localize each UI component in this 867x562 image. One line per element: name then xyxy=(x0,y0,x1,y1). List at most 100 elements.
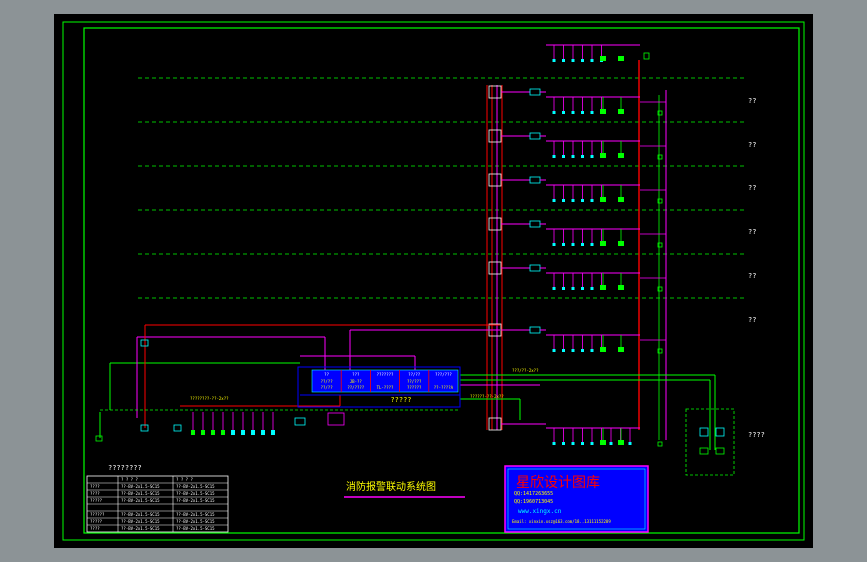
module-name: ??? xyxy=(352,372,360,377)
legend-cell: ??-BV-2x1.5-SC15 xyxy=(176,526,215,531)
floor-3-detector-1 xyxy=(552,199,556,202)
module-name: ?? xyxy=(324,372,329,377)
floor-5-detector-1 xyxy=(552,287,556,290)
floor-1-detector-1 xyxy=(552,111,556,114)
legend-title: ???????? xyxy=(108,464,142,472)
legend-cell: ??-BV-2x1.5-SC15 xyxy=(121,491,160,496)
top-module-1 xyxy=(600,56,606,61)
floor-label-5: ?? xyxy=(748,272,756,280)
module-spec: JB-?? xyxy=(350,379,363,384)
basement-detector-5 xyxy=(590,442,594,445)
floor-6-detector-5 xyxy=(590,349,594,352)
legend-cell: ??-BV-2x1.5-SC15 xyxy=(121,512,160,517)
floor-3-module-1 xyxy=(600,197,606,202)
controller-caption: ????? xyxy=(390,396,411,404)
wire-label-3: ????????-??-2x?? xyxy=(190,396,229,401)
floor-2-module-2 xyxy=(618,153,624,158)
floor-5-module-1 xyxy=(600,285,606,290)
left-device-7 xyxy=(251,430,255,435)
floor-5-detector-4 xyxy=(581,287,584,290)
legend-cell: ??-BV-2x1.5-SC15 xyxy=(121,519,160,524)
floor-1-module-2 xyxy=(618,109,624,114)
module-spec: ??/??? xyxy=(407,379,422,384)
floor-6-module-1 xyxy=(600,347,606,352)
module-spec: TL-???? xyxy=(377,385,394,390)
floor-2-module-1 xyxy=(600,153,606,158)
floor-1-detector-5 xyxy=(590,111,594,114)
basement-detector-7 xyxy=(609,442,613,445)
legend-cell: ????? xyxy=(90,519,103,524)
legend-header-cell: ? ? ? ? xyxy=(176,477,193,482)
watermark-email: Email: xinxin.xsz@163.com/18..1311115228… xyxy=(512,519,611,524)
floor-5-module-2 xyxy=(618,285,624,290)
left-device-4 xyxy=(221,430,225,435)
floor-1-module-1 xyxy=(600,109,606,114)
module-spec: ??/?? xyxy=(321,385,334,390)
floor-label-basement: ???? xyxy=(748,431,765,439)
floor-label-2: ?? xyxy=(748,141,756,149)
basement-detector-4 xyxy=(581,442,584,445)
wire-label-2: ??????-??-2x?? xyxy=(470,394,504,399)
module-spec: ??-????A xyxy=(434,385,454,390)
basement-detector-2 xyxy=(562,442,565,445)
floor-label-6: ?? xyxy=(748,316,756,324)
floor-1-detector-4 xyxy=(581,111,584,114)
floor-2-detector-5 xyxy=(590,155,594,158)
left-device-2 xyxy=(201,430,205,435)
legend-header-cell: ? ? ? ? xyxy=(121,477,138,482)
watermark-qq2: QQ:1960713045 xyxy=(514,499,553,505)
floor-5-detector-3 xyxy=(571,287,575,290)
left-device-5 xyxy=(231,430,235,435)
floor-2-detector-2 xyxy=(562,155,565,158)
top-module-2 xyxy=(618,56,624,61)
floor-4-detector-5 xyxy=(590,243,594,246)
legend-cell: ??-BV-2x1.5-SC15 xyxy=(176,519,215,524)
module-spec: ??/?? xyxy=(321,379,334,384)
floor-6-module-2 xyxy=(618,347,624,352)
drawing-title: 消防报警联动系统图 xyxy=(346,480,436,493)
floor-label-1: ?? xyxy=(748,97,756,105)
floor-2-detector-3 xyxy=(571,155,575,158)
basement-module-2 xyxy=(618,440,624,445)
module-name: ??????? xyxy=(377,372,394,377)
floor-4-module-1 xyxy=(600,241,606,246)
top-detector-4 xyxy=(581,59,584,62)
wire-label-1: ???/??-2x?? xyxy=(512,368,539,373)
floor-2-detector-1 xyxy=(552,155,556,158)
legend-cell: ???? xyxy=(90,484,100,489)
drawing-canvas xyxy=(54,14,813,548)
floor-3-detector-4 xyxy=(581,199,584,202)
legend-cell: ??-BV-2x1.5-SC15 xyxy=(176,498,215,503)
cad-viewport: ?? ?? ?? ?? ?? ?? ???? ???/??-2x?? ?????… xyxy=(54,14,813,548)
floor-label-4: ?? xyxy=(748,228,756,236)
left-device-1 xyxy=(191,430,195,435)
legend-cell: ?????? xyxy=(90,512,105,517)
floor-1-detector-2 xyxy=(562,111,565,114)
floor-2-detector-4 xyxy=(581,155,584,158)
top-detector-3 xyxy=(571,59,575,62)
floor-4-detector-2 xyxy=(562,243,565,246)
watermark-qq1: QQ:1417263655 xyxy=(514,491,553,497)
basement-detector-9 xyxy=(628,442,632,445)
basement-detector-1 xyxy=(552,442,556,445)
module-name: ??/?? xyxy=(408,372,421,377)
basement-detector-3 xyxy=(571,442,575,445)
legend-cell: ??-BV-2x1.5-SC15 xyxy=(121,526,160,531)
top-detector-5 xyxy=(590,59,594,62)
floor-3-detector-2 xyxy=(562,199,565,202)
left-device-3 xyxy=(211,430,215,435)
left-device-9 xyxy=(271,430,275,435)
floor-5-detector-5 xyxy=(590,287,594,290)
module-name: ???/??? xyxy=(435,372,452,377)
basement-module-1 xyxy=(600,440,606,445)
watermark-url: www.xingx.cn xyxy=(518,508,562,515)
floor-label-3: ?? xyxy=(748,184,756,192)
top-detector-2 xyxy=(562,59,565,62)
floor-4-module-2 xyxy=(618,241,624,246)
top-detector-1 xyxy=(552,59,556,62)
left-device-6 xyxy=(241,430,245,435)
module-spec: ?????? xyxy=(407,385,422,390)
legend-cell: ???? xyxy=(90,526,100,531)
legend-cell: ??-BV-2x1.5-SC15 xyxy=(176,491,215,496)
watermark-stamp: 星欣设计图库 QQ:1417263655 QQ:1960713045 www.x… xyxy=(504,465,649,533)
